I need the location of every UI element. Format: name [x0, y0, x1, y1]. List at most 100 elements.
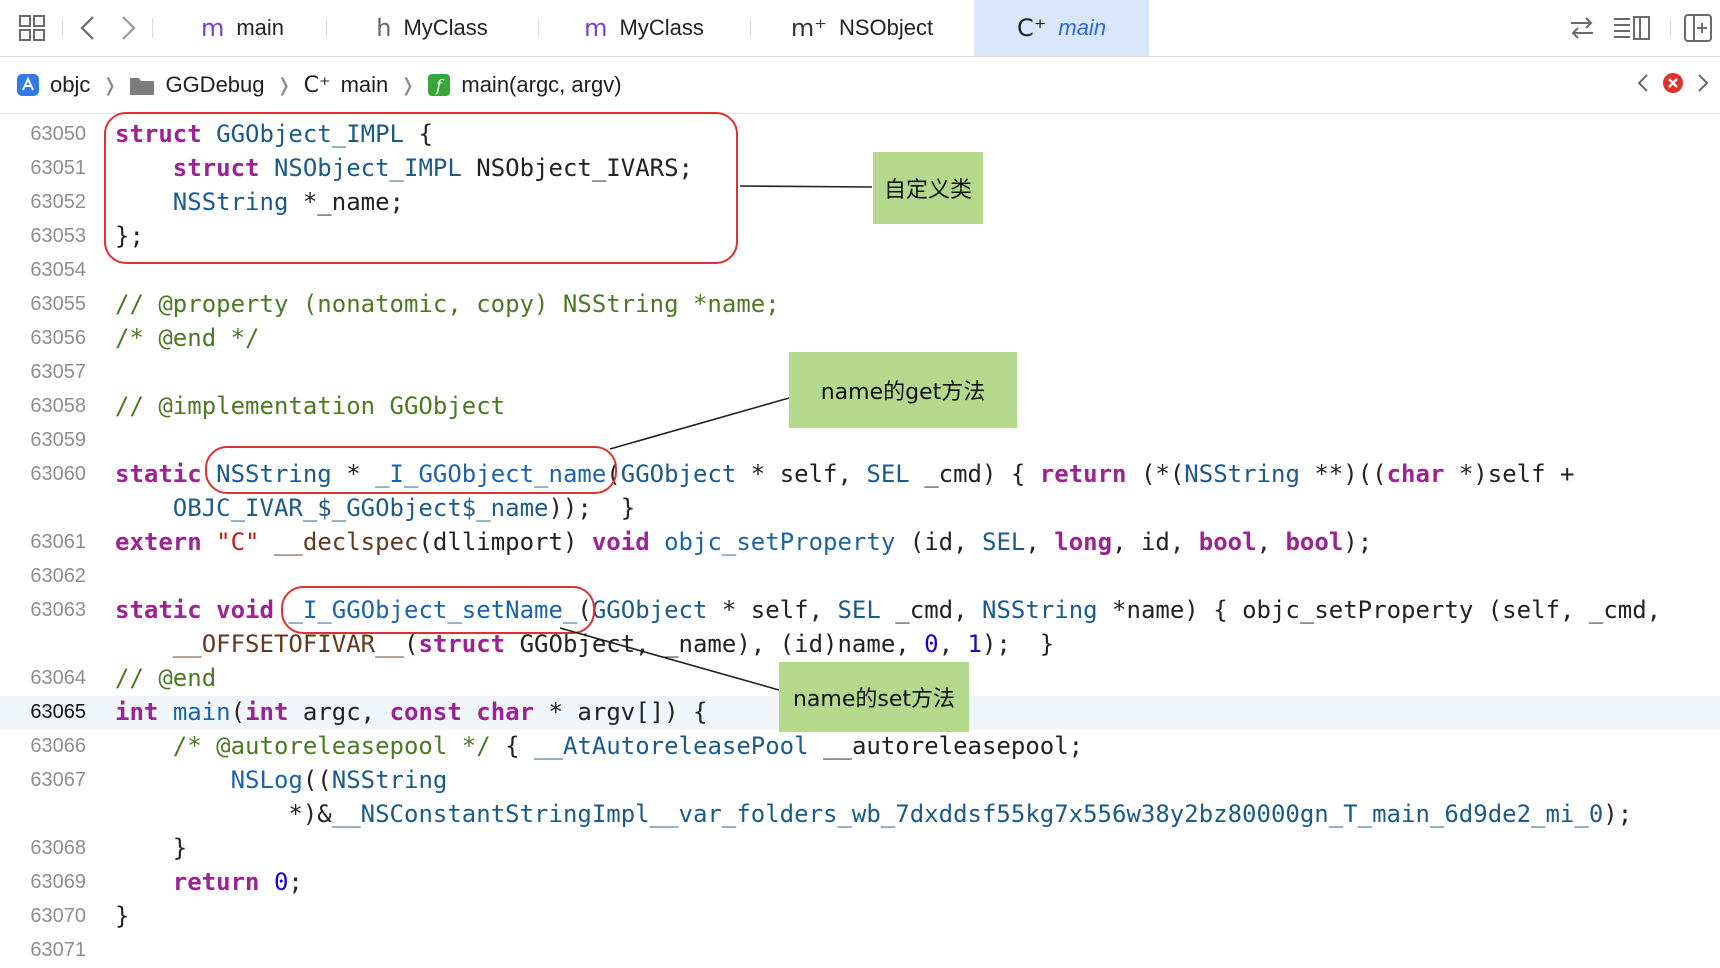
code-line[interactable]: 63068 }: [0, 832, 1720, 866]
code-text: return 0;: [115, 868, 303, 896]
add-editor-icon[interactable]: [1682, 12, 1714, 44]
code-token: NSString: [982, 596, 1098, 624]
breadcrumb-item-folder[interactable]: GGDebug: [129, 72, 265, 98]
code-token: __declspec: [273, 528, 419, 556]
code-token: *name) { objc_setProperty (self, _cmd,: [1097, 596, 1662, 624]
breadcrumb-label: GGDebug: [165, 72, 265, 97]
cpp-file-icon: C⁺: [1016, 14, 1047, 42]
next-issue-icon[interactable]: [1696, 72, 1710, 99]
code-line[interactable]: 63063 static void _I_GGObject_setName_(GG…: [0, 594, 1720, 628]
code-token: , id,: [1112, 528, 1199, 556]
back-arrow-icon[interactable]: [72, 12, 104, 44]
code-token: /* @end */: [115, 324, 260, 352]
grid-icon[interactable]: [16, 12, 48, 44]
code-line[interactable]: 63055 // @property (nonatomic, copy) NSSt…: [0, 288, 1720, 322]
forward-arrow-icon[interactable]: [112, 12, 144, 44]
tab-myclass-m[interactable]: m MyClass: [539, 0, 749, 56]
line-number: 63062: [30, 565, 86, 587]
code-token: main: [172, 698, 231, 726]
code-token: **)((: [1299, 460, 1387, 488]
line-number: 63066: [30, 735, 86, 757]
code-token: bool: [1285, 528, 1344, 556]
code-token: }: [115, 834, 188, 862]
line-number: 63060: [30, 463, 86, 485]
code-token: NSLog: [230, 766, 303, 794]
code-token: (*(: [1126, 460, 1185, 488]
code-line[interactable]: 63061 extern "C" __declspec(dllimport) vo…: [0, 526, 1720, 560]
code-token: _cmd) {: [909, 460, 1040, 488]
code-token: (: [403, 630, 419, 658]
code-token: return: [1039, 460, 1127, 488]
code-token: ,: [1025, 528, 1055, 556]
code-text: NSLog((NSString: [115, 766, 448, 794]
error-icon[interactable]: [1662, 72, 1684, 99]
breadcrumb-item-project[interactable]: objc: [16, 72, 90, 98]
code-token: // @property (nonatomic, copy) NSString …: [115, 290, 780, 318]
chevron-right-icon: ❭: [276, 74, 292, 96]
tab-label: NSObject: [838, 15, 934, 40]
line-number: 63055: [30, 293, 86, 315]
code-line[interactable]: 63062: [0, 560, 1720, 594]
code-token: void: [591, 528, 650, 556]
tab-myclass-h[interactable]: h MyClass: [327, 0, 537, 56]
code-line[interactable]: __OFFSETOFIVAR__(struct GGObject, _name)…: [0, 628, 1720, 662]
code-token: ,: [938, 630, 968, 658]
custom-class-highlight: [104, 112, 738, 264]
breadcrumb-item-function[interactable]: f main(argc, argv): [427, 72, 622, 98]
code-token: )); }: [548, 494, 636, 522]
tab-nsobject-mm[interactable]: m⁺ NSObject: [751, 0, 973, 56]
tab-main-cpp[interactable]: C⁺ main: [974, 0, 1149, 56]
code-token: __NSConstantStringImpl__var_folders_wb_7…: [331, 800, 1604, 828]
getter-highlight: [205, 446, 617, 494]
folder-icon: [129, 74, 155, 96]
code-token: argc,: [288, 698, 390, 726]
code-token: (id,: [895, 528, 982, 556]
code-line[interactable]: 63070}: [0, 900, 1720, 934]
code-text: __OFFSETOFIVAR__(struct GGObject, _name)…: [115, 630, 1054, 658]
breadcrumb-item-file[interactable]: C⁺ main: [304, 72, 389, 98]
code-line[interactable]: 63071: [0, 934, 1720, 968]
line-number: 63054: [30, 259, 86, 281]
code-line[interactable]: OBJC_IVAR_$_GGObject$_name)); }: [0, 492, 1720, 526]
line-number: 63070: [30, 905, 86, 927]
tab-label: main: [1058, 15, 1107, 40]
line-number: 63061: [30, 531, 86, 553]
swap-arrows-icon[interactable]: [1564, 12, 1600, 44]
code-token: SEL: [837, 596, 881, 624]
code-text: extern "C" __declspec(dllimport) void ob…: [115, 528, 1372, 556]
code-line[interactable]: 63067 NSLog((NSString: [0, 764, 1720, 798]
code-line[interactable]: 63066 /* @autoreleasepool */ { __AtAutor…: [0, 730, 1720, 764]
code-token: // @end: [115, 664, 217, 692]
previous-issue-icon[interactable]: [1636, 72, 1650, 99]
note-custom-class: 自定义类: [873, 152, 983, 224]
code-token: /* @autoreleasepool */: [172, 732, 491, 760]
jump-bar: objc ❭ GGDebug ❭ C⁺ main ❭ f main(argc, …: [0, 57, 1720, 114]
code-token: }: [115, 902, 130, 930]
line-number: 63058: [30, 395, 86, 417]
breadcrumb-label: main: [340, 72, 389, 97]
line-number: 63067: [30, 769, 86, 791]
code-line[interactable]: 63056 /* @end */: [0, 322, 1720, 356]
code-token: objc_setProperty: [664, 528, 896, 556]
code-token: return: [172, 868, 260, 896]
tab-main-m[interactable]: m main: [160, 0, 325, 56]
code-token: NSString: [331, 766, 448, 794]
code-token: "C": [216, 528, 260, 556]
code-token: bool: [1198, 528, 1257, 556]
code-token: NSString: [1184, 460, 1300, 488]
code-line[interactable]: *)&__NSConstantStringImpl__var_folders_w…: [0, 798, 1720, 832]
cpp-file-icon: C⁺: [303, 72, 331, 98]
code-token: * self,: [707, 596, 838, 624]
code-line[interactable]: 63069 return 0;: [0, 866, 1720, 900]
code-text: // @end: [115, 664, 216, 692]
editor-options-icon[interactable]: [1610, 12, 1654, 44]
code-text: int main(int argc, const char * argv[]) …: [115, 698, 707, 726]
objcpp-file-icon: m⁺: [790, 14, 827, 42]
